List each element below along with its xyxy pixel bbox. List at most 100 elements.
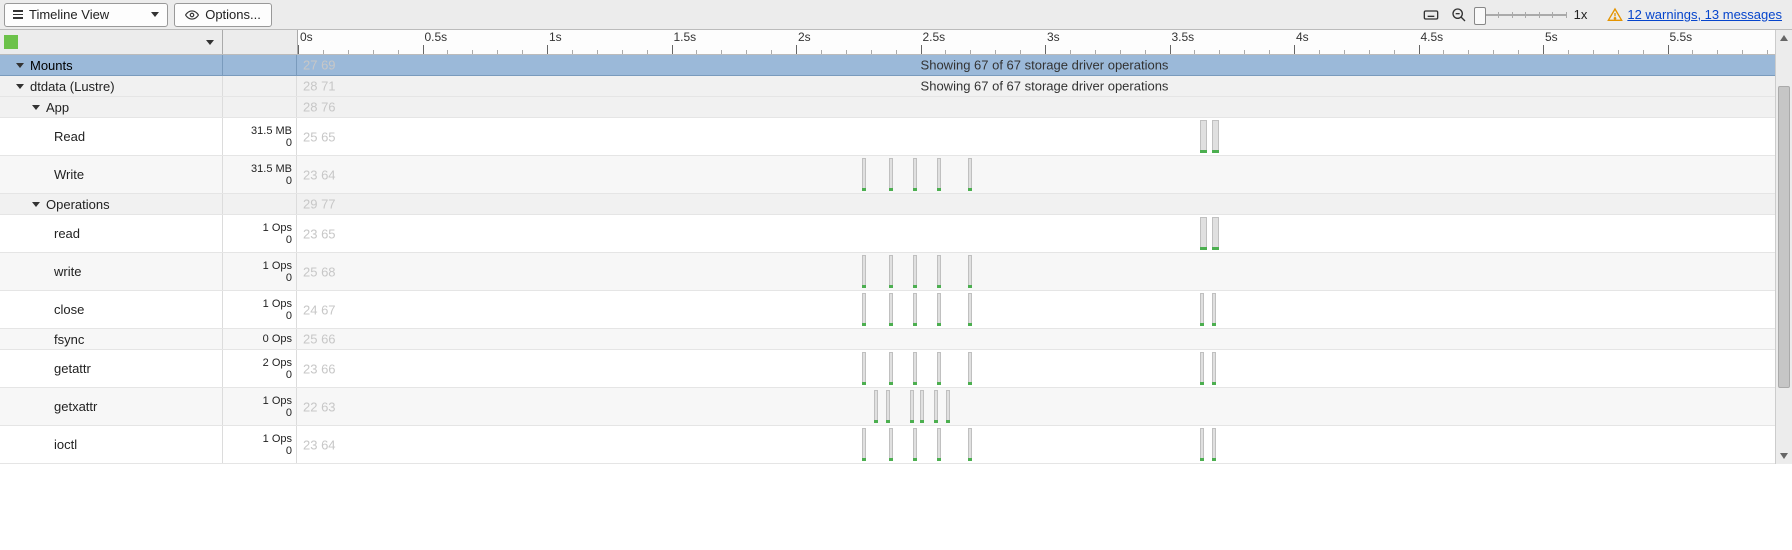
row-op-getxattr[interactable]: getxattr 1 Ops 0 22 63 xyxy=(0,388,1792,426)
event-marker[interactable] xyxy=(913,352,917,385)
options-button-label: Options... xyxy=(205,7,261,22)
zoom-slider-thumb[interactable] xyxy=(1474,7,1486,25)
row-io-write[interactable]: Write 31.5 MB 0 23 64 xyxy=(0,156,1792,194)
scrollbar-thumb[interactable] xyxy=(1778,86,1790,388)
event-marker[interactable] xyxy=(874,390,878,423)
ruler-tick-label: 5.5s xyxy=(1670,30,1693,44)
event-marker[interactable] xyxy=(968,352,972,385)
row-label: Write xyxy=(54,167,84,182)
event-marker[interactable] xyxy=(913,255,917,288)
event-marker[interactable] xyxy=(889,352,893,385)
row-operations[interactable]: Operations 29 77 xyxy=(0,194,1792,215)
event-marker[interactable] xyxy=(1212,352,1216,385)
vertical-scrollbar[interactable] xyxy=(1775,30,1792,464)
event-marker[interactable] xyxy=(968,255,972,288)
row-max: 1 Ops xyxy=(263,395,292,407)
event-marker[interactable] xyxy=(920,390,924,423)
event-marker[interactable] xyxy=(913,158,917,191)
zoom-slider[interactable]: 1x xyxy=(1476,7,1588,22)
event-marker[interactable] xyxy=(1212,217,1219,250)
view-selector[interactable]: Timeline View xyxy=(4,3,168,27)
event-marker[interactable] xyxy=(1200,120,1207,153)
event-marker[interactable] xyxy=(937,158,941,191)
event-marker[interactable] xyxy=(862,158,866,191)
event-marker[interactable] xyxy=(862,428,866,461)
row-label: write xyxy=(54,264,81,279)
row-label: fsync xyxy=(54,332,84,347)
row-op-read[interactable]: read 1 Ops 0 23 65 xyxy=(0,215,1792,253)
event-marker[interactable] xyxy=(1200,217,1207,250)
row-dtdata[interactable]: dtdata (Lustre) 28 71 Showing 67 of 67 s… xyxy=(0,76,1792,97)
event-marker[interactable] xyxy=(937,293,941,326)
chevron-down-icon[interactable] xyxy=(32,105,40,110)
row-op-write[interactable]: write 1 Ops 0 25 68 xyxy=(0,253,1792,291)
ruler-tick-label: 0.5s xyxy=(424,30,447,44)
selection-chip[interactable] xyxy=(4,35,18,49)
row-op-ioctl[interactable]: ioctl 1 Ops 0 23 64 xyxy=(0,426,1792,464)
row-max: 0 Ops xyxy=(263,333,292,345)
row-io-read[interactable]: Read 31.5 MB 0 25 65 xyxy=(0,118,1792,156)
chevron-down-icon xyxy=(151,12,159,17)
row-max: 31.5 MB xyxy=(251,125,292,137)
row-min: 0 xyxy=(286,137,292,149)
row-index: 28 76 xyxy=(303,100,336,115)
row-op-getattr[interactable]: getattr 2 Ops 0 23 66 xyxy=(0,350,1792,388)
row-label: ioctl xyxy=(54,437,77,452)
event-marker[interactable] xyxy=(1200,352,1204,385)
event-marker[interactable] xyxy=(913,293,917,326)
event-marker[interactable] xyxy=(937,428,941,461)
warnings-link[interactable]: 12 warnings, 13 messages xyxy=(1607,7,1782,23)
event-marker[interactable] xyxy=(1212,120,1219,153)
event-marker[interactable] xyxy=(1200,293,1204,326)
event-marker[interactable] xyxy=(889,255,893,288)
row-min: 0 xyxy=(286,175,292,187)
chevron-down-icon[interactable] xyxy=(32,202,40,207)
time-ruler[interactable]: 0s0.5s1s1.5s2s2.5s3s3.5s4s4.5s5s5.5s6s xyxy=(298,30,1792,54)
ruler-tick-label: 2s xyxy=(798,30,811,44)
event-marker[interactable] xyxy=(968,293,972,326)
event-marker[interactable] xyxy=(913,428,917,461)
event-marker[interactable] xyxy=(862,352,866,385)
row-op-fsync[interactable]: fsync 0 Ops 25 66 xyxy=(0,329,1792,350)
row-min: 0 xyxy=(286,310,292,322)
event-marker[interactable] xyxy=(968,158,972,191)
event-marker[interactable] xyxy=(862,255,866,288)
row-mounts[interactable]: Mounts 27 69 Showing 67 of 67 storage dr… xyxy=(0,55,1792,76)
event-marker[interactable] xyxy=(937,352,941,385)
event-marker[interactable] xyxy=(1212,428,1216,461)
ruler-tick-label: 0s xyxy=(300,30,313,44)
event-marker[interactable] xyxy=(937,255,941,288)
zoom-out-icon[interactable] xyxy=(1448,4,1470,26)
event-marker[interactable] xyxy=(886,390,890,423)
row-app[interactable]: App 28 76 xyxy=(0,97,1792,118)
options-button[interactable]: Options... xyxy=(174,3,272,27)
event-marker[interactable] xyxy=(1200,428,1204,461)
chevron-down-icon[interactable] xyxy=(16,63,24,68)
event-marker[interactable] xyxy=(889,293,893,326)
keyboard-icon[interactable] xyxy=(1420,4,1442,26)
event-marker[interactable] xyxy=(934,390,938,423)
event-marker[interactable] xyxy=(946,390,950,423)
row-min: 0 xyxy=(286,445,292,457)
event-marker[interactable] xyxy=(889,428,893,461)
event-marker[interactable] xyxy=(910,390,914,423)
event-marker[interactable] xyxy=(968,428,972,461)
event-marker[interactable] xyxy=(889,158,893,191)
event-marker[interactable] xyxy=(862,293,866,326)
warnings-link-text: 12 warnings, 13 messages xyxy=(1627,7,1782,22)
timeline-rows: Mounts 27 69 Showing 67 of 67 storage dr… xyxy=(0,55,1792,464)
chevron-down-icon[interactable] xyxy=(206,40,214,45)
row-label: Operations xyxy=(46,197,110,212)
row-max: 1 Ops xyxy=(263,433,292,445)
row-index: 23 65 xyxy=(303,226,336,241)
toolbar: Timeline View Options... xyxy=(0,0,1792,30)
row-op-close[interactable]: close 1 Ops 0 24 67 xyxy=(0,291,1792,329)
row-index: 23 66 xyxy=(303,361,336,376)
row-min: 0 xyxy=(286,369,292,381)
row-index: 23 64 xyxy=(303,167,336,182)
scroll-down-icon[interactable] xyxy=(1779,448,1789,464)
chevron-down-icon[interactable] xyxy=(16,84,24,89)
scroll-up-icon[interactable] xyxy=(1779,30,1789,46)
ruler-tick-label: 2.5s xyxy=(923,30,946,44)
event-marker[interactable] xyxy=(1212,293,1216,326)
